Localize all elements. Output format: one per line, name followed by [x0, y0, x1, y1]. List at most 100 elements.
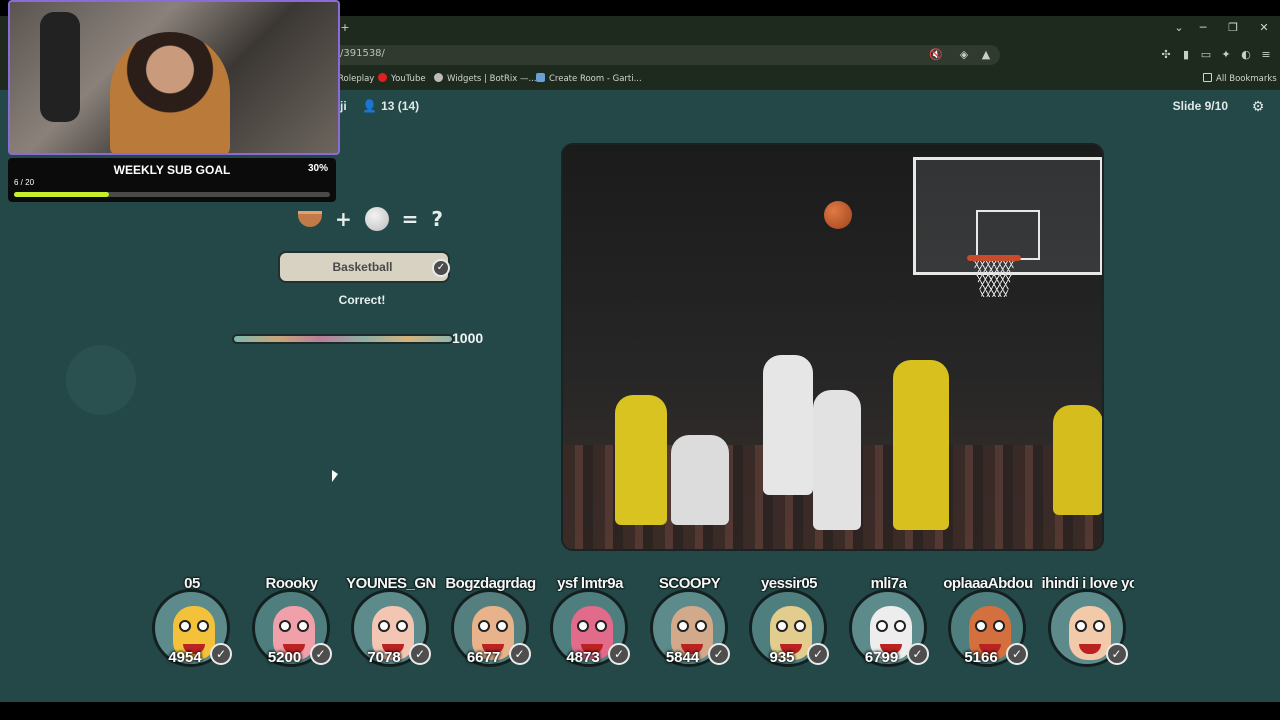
basketball: [824, 201, 852, 229]
folder-icon: [1203, 73, 1212, 82]
answer-box[interactable]: Basketball ✓: [278, 251, 450, 283]
player-score: 6677: [466, 649, 501, 666]
mouse-cursor: [332, 470, 338, 482]
player-name: 05: [184, 575, 200, 592]
check-icon: ✓: [807, 643, 829, 665]
close-icon[interactable]: ✕: [1253, 18, 1275, 38]
player-score: 5166: [964, 649, 998, 666]
answer-text: Basketball: [332, 260, 393, 274]
user-icon: 👤: [362, 99, 382, 113]
player-name: Bogzdagrdag: [445, 575, 536, 592]
bookmark-widgets[interactable]: Widgets | BotRix —...: [434, 72, 537, 86]
leaderboard-player[interactable]: oplaaaAbdou 5166 ✓: [942, 573, 1034, 669]
all-bookmarks[interactable]: All Bookmarks: [1203, 72, 1277, 86]
hoop-net: [973, 261, 1015, 297]
result-text: Correct!: [338, 293, 386, 307]
wallet-icon[interactable]: ▭: [1198, 47, 1214, 63]
slide-counter: Slide 9/10: [1172, 99, 1228, 113]
check-icon: ✓: [1006, 643, 1028, 665]
check-icon: ✓: [409, 643, 431, 665]
player-name: ysf lmtr9a: [557, 575, 623, 592]
leaderboard-player[interactable]: ihindi i love you noc ✓: [1042, 573, 1134, 669]
player-score: 6799: [864, 649, 899, 666]
hoop-rim: [967, 255, 1021, 261]
youtube-icon: [378, 73, 387, 82]
webcam-overlay: [8, 0, 340, 155]
check-icon: ✓: [309, 643, 332, 665]
check-icon: ✓: [210, 643, 232, 665]
score-value: 1000: [452, 330, 484, 346]
player-name: mli7a: [870, 575, 907, 592]
minimize-icon[interactable]: ─: [1192, 18, 1214, 38]
check-icon: ✓: [1105, 643, 1128, 665]
question-mark: ?: [431, 206, 444, 231]
menu-icon[interactable]: ≡: [1258, 47, 1274, 63]
subgoal-title: WEEKLY SUB GOAL: [113, 163, 231, 177]
rewards-icon[interactable]: ▲: [978, 47, 994, 63]
bowl-icon: [298, 210, 322, 227]
url-field[interactable]: [330, 45, 1000, 65]
player-score: 4954: [168, 649, 202, 666]
player-figure: [763, 355, 813, 495]
player-figure: [615, 395, 667, 525]
player-figure: [1053, 405, 1102, 515]
score-progress-bar: [232, 334, 454, 344]
brave-shield-icon[interactable]: ◈: [956, 47, 972, 63]
player-name: YOUNES_GN: [346, 575, 436, 592]
ai-icon[interactable]: ✦: [1218, 47, 1234, 63]
leaderboard-player[interactable]: YOUNES_GN 7078 ✓: [345, 573, 437, 669]
streamer: [110, 32, 230, 153]
background-decoration: [66, 345, 136, 415]
player-figure: [893, 360, 949, 530]
url-text: /391538/: [340, 48, 385, 59]
player-name: Roooky: [265, 575, 318, 592]
leaderboard-player[interactable]: Roooky 5200 ✓: [246, 573, 338, 669]
player-figure: [671, 435, 729, 525]
leaderboard-player[interactable]: 05 4954 ✓: [146, 573, 238, 669]
subgoal-count: 6 / 20: [14, 178, 35, 187]
player-figure: [813, 390, 861, 530]
plus-sign: +: [334, 206, 352, 231]
player-score: 7078: [367, 649, 401, 666]
bookmark-roleplay[interactable]: Roleplay: [338, 72, 374, 86]
player-name: SCOOPY: [658, 575, 721, 592]
subgoal-percent: 30%: [307, 163, 328, 174]
leaderboard-player[interactable]: yessir05 935 ✓: [743, 573, 835, 669]
player-score: 5844: [665, 649, 700, 666]
subgoal-progress-track: [14, 192, 330, 197]
check-icon: ✓: [608, 643, 630, 665]
subgoal-progress-fill: [14, 192, 109, 197]
equals-sign: =: [401, 206, 419, 231]
player-score: 4873: [566, 649, 600, 666]
botrix-icon: [434, 73, 443, 82]
leaderboard-player[interactable]: Bogzdagrdag 6677 ✓: [445, 573, 537, 669]
settings-gear-icon[interactable]: ⚙: [1250, 99, 1266, 115]
extensions-icon[interactable]: ✣: [1158, 47, 1174, 63]
mute-icon[interactable]: 🔇: [928, 47, 944, 63]
bookmark-create-room[interactable]: Create Room - Garti...: [536, 72, 642, 86]
player-name: ihindi i love you noc: [1041, 575, 1134, 592]
check-icon: ✓: [508, 643, 531, 665]
check-icon: ✓: [906, 643, 929, 665]
weekly-sub-goal: WEEKLY SUB GOAL 30% 6 / 20: [8, 158, 336, 202]
player-name: yessir05: [760, 575, 818, 592]
sidebar-icon[interactable]: ▮: [1178, 47, 1194, 63]
tab-list-icon[interactable]: ⌄: [1168, 18, 1190, 38]
players-count: 👤 13 (14): [362, 99, 420, 113]
leaderboard-player[interactable]: ysf lmtr9a 4873 ✓: [544, 573, 636, 669]
player-name: oplaaaAbdou: [943, 575, 1033, 592]
emoji-puzzle: + = ?: [298, 205, 449, 233]
check-icon: ✓: [707, 643, 730, 665]
bookmark-youtube[interactable]: YouTube: [378, 72, 426, 86]
player-score: 935: [769, 649, 795, 666]
check-icon: ✓: [432, 259, 450, 277]
player-score: 5200: [267, 649, 302, 666]
leaderboard-player[interactable]: mli7a 6799 ✓: [843, 573, 935, 669]
vpn-icon[interactable]: ◐: [1238, 47, 1254, 63]
gartic-icon: [536, 73, 545, 82]
game-title-fragment: ji: [340, 99, 347, 113]
leaderboard-player[interactable]: SCOOPY 5844 ✓: [644, 573, 736, 669]
slide-image: [561, 143, 1104, 551]
volleyball-icon: [364, 206, 389, 231]
restore-icon[interactable]: ❐: [1222, 18, 1244, 38]
